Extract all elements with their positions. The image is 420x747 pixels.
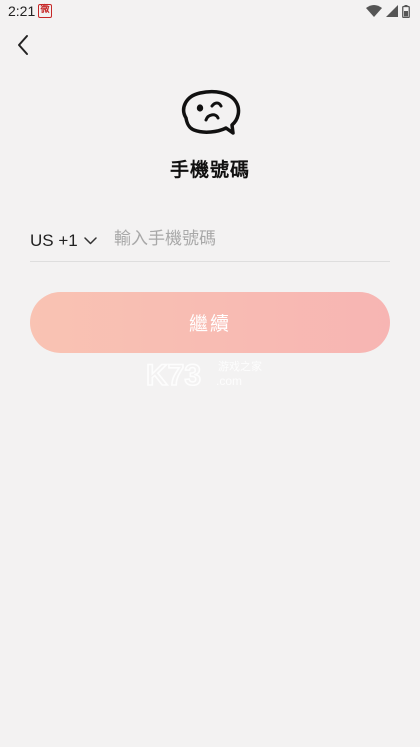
watermark-text: K73 (146, 359, 201, 390)
watermark-logo: K73 游戏之家 .com (145, 356, 276, 393)
page-title: 手機號碼 (169, 159, 250, 181)
status-icons (366, 4, 410, 18)
signal-icon (386, 5, 398, 17)
phone-input-row: US +1 (30, 222, 390, 262)
battery-icon (402, 4, 410, 18)
phone-number-input[interactable] (114, 224, 384, 254)
country-code-label: US +1 (30, 231, 78, 250)
status-bar: 2:21 微 (0, 0, 420, 24)
watermark-subtext: 游戏之家 (218, 359, 262, 373)
notification-icon: 微 (38, 4, 52, 18)
wifi-icon (366, 5, 382, 17)
status-time: 2:21 (8, 3, 36, 19)
smiley-chat-logo-icon (181, 89, 241, 135)
watermark-domain: .com (216, 374, 242, 388)
watermark-logo-icon: K73 游戏之家 .com (145, 358, 262, 393)
continue-button[interactable]: 繼續 (30, 292, 390, 353)
chevron-down-icon (83, 237, 97, 245)
continue-button-label: 繼續 (188, 313, 231, 335)
back-button[interactable] (10, 32, 36, 58)
app-logo (178, 88, 242, 138)
chevron-left-icon (18, 35, 28, 55)
country-code-selector[interactable]: US +1 (30, 228, 97, 254)
